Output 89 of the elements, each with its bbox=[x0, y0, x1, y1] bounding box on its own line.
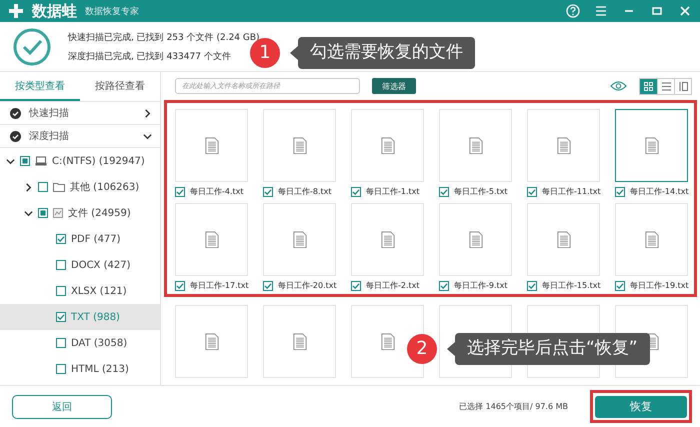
callout-pointer bbox=[290, 46, 298, 60]
tree-row[interactable]: XLSX (121) bbox=[0, 278, 160, 304]
chevron-right-icon[interactable] bbox=[24, 182, 33, 192]
close-icon[interactable] bbox=[678, 4, 692, 18]
grid-icon bbox=[644, 82, 653, 90]
list-icon bbox=[662, 82, 670, 90]
tree-label: DAT (3058) bbox=[71, 338, 128, 348]
folder-icon bbox=[53, 182, 65, 192]
checkbox[interactable] bbox=[56, 234, 66, 244]
tree-row[interactable]: C:(NTFS) (192947) bbox=[0, 148, 160, 174]
checkbox[interactable] bbox=[20, 156, 30, 166]
callout-text: 勾选需要恢复的文件 bbox=[298, 37, 475, 69]
tree-label: XLSX (121) bbox=[71, 286, 127, 296]
checkbox[interactable] bbox=[175, 280, 185, 290]
tree-row[interactable]: DOCX (427) bbox=[0, 252, 160, 278]
file-name: 每日工作-15.txt bbox=[542, 280, 601, 291]
checkbox[interactable] bbox=[527, 186, 537, 196]
file-name: 每日工作-9.txt bbox=[454, 280, 508, 291]
tree-label: 文件 (24959) bbox=[68, 206, 131, 220]
check-circle-icon bbox=[12, 26, 52, 66]
scan-section[interactable]: 深度扫描 bbox=[0, 125, 160, 148]
section-label: 快速扫描 bbox=[29, 106, 70, 120]
section-label: 深度扫描 bbox=[29, 130, 70, 143]
check-circle-icon bbox=[10, 108, 21, 118]
file-name: 每日工作-8.txt bbox=[278, 186, 332, 197]
file-name: 每日工作-2.txt bbox=[366, 280, 420, 291]
drive-icon bbox=[35, 156, 47, 166]
checkbox[interactable] bbox=[351, 186, 361, 196]
checkbox[interactable] bbox=[527, 280, 537, 290]
tree-label: HTML (213) bbox=[71, 364, 129, 374]
checkbox[interactable] bbox=[38, 182, 48, 192]
tree-label: 其他 (106263) bbox=[70, 180, 140, 194]
checkbox[interactable] bbox=[615, 186, 625, 196]
image-file-icon bbox=[53, 208, 63, 218]
plus-logo-icon bbox=[8, 3, 24, 19]
grid-view-button[interactable] bbox=[640, 78, 657, 94]
view-tab[interactable]: 按路径查看 bbox=[80, 72, 160, 101]
view-tab[interactable]: 按类型查看 bbox=[0, 72, 80, 101]
app-subtitle: 数据恢复专家 bbox=[85, 6, 140, 18]
checkbox[interactable] bbox=[263, 186, 273, 196]
tree-row[interactable]: PDF (477) bbox=[0, 226, 160, 252]
file-thumbnail[interactable] bbox=[615, 109, 688, 182]
chevron-down-icon[interactable] bbox=[6, 156, 15, 166]
list-view-button[interactable] bbox=[657, 78, 674, 94]
menu-icon[interactable] bbox=[594, 4, 608, 18]
tree-label: C:(NTFS) (192947) bbox=[52, 156, 145, 166]
checkbox[interactable] bbox=[439, 280, 449, 290]
checkbox[interactable] bbox=[56, 338, 66, 348]
file-name: 每日工作-11.txt bbox=[542, 186, 601, 197]
checkbox[interactable] bbox=[56, 312, 66, 322]
chevron-down-icon[interactable] bbox=[24, 208, 33, 218]
tree-label: TXT (988) bbox=[71, 312, 120, 322]
tree-label: DOCX (427) bbox=[71, 260, 130, 270]
tree-row[interactable]: HTML (213) bbox=[0, 356, 160, 382]
checkbox[interactable] bbox=[38, 208, 48, 218]
checkbox[interactable] bbox=[56, 286, 66, 296]
chevron-right-icon[interactable] bbox=[143, 108, 152, 118]
checkbox[interactable] bbox=[615, 280, 625, 290]
checkbox[interactable] bbox=[351, 280, 361, 290]
scan-summary-text: 深度扫描已完成, 已找到 433477 个文件 bbox=[68, 50, 232, 62]
checkbox[interactable] bbox=[263, 280, 273, 290]
tree-row[interactable]: DAT (3058) bbox=[0, 330, 160, 356]
checkbox[interactable] bbox=[439, 186, 449, 196]
checkbox[interactable] bbox=[56, 260, 66, 270]
app-name: 数据蛙 bbox=[32, 2, 77, 20]
file-name: 每日工作-19.txt bbox=[630, 280, 689, 291]
tree-row[interactable]: 其他 (106263) bbox=[0, 174, 160, 200]
check-circle-icon bbox=[10, 130, 21, 142]
checkbox[interactable] bbox=[56, 364, 66, 374]
tree-row[interactable]: 文件 (24959) bbox=[0, 200, 160, 226]
back-button[interactable]: 返回 bbox=[12, 394, 112, 418]
chevron-down-icon[interactable] bbox=[143, 132, 152, 140]
detail-view-button[interactable] bbox=[674, 78, 691, 94]
file-name: 每日工作-1.txt bbox=[366, 186, 420, 197]
recover-button[interactable]: 恢复 bbox=[595, 396, 687, 418]
file-name: 每日工作-17.txt bbox=[190, 280, 249, 291]
file-name: 每日工作-4.txt bbox=[190, 186, 244, 197]
callout-pointer bbox=[447, 342, 455, 356]
filter-button[interactable]: 筛选器 bbox=[372, 78, 416, 94]
file-name: 每日工作-5.txt bbox=[454, 186, 508, 197]
scan-section[interactable]: 快速扫描 bbox=[0, 102, 160, 125]
file-name: 每日工作-20.txt bbox=[278, 280, 337, 291]
tree-label: PDF (477) bbox=[71, 234, 121, 244]
detail-view-icon bbox=[678, 82, 688, 90]
help-icon[interactable] bbox=[566, 4, 580, 18]
checkbox[interactable] bbox=[175, 186, 185, 196]
file-name: 每日工作-14.txt bbox=[630, 186, 689, 197]
eye-icon[interactable] bbox=[610, 81, 627, 91]
selection-status: 已选择 1465个项目/ 97.6 MB bbox=[459, 401, 568, 412]
